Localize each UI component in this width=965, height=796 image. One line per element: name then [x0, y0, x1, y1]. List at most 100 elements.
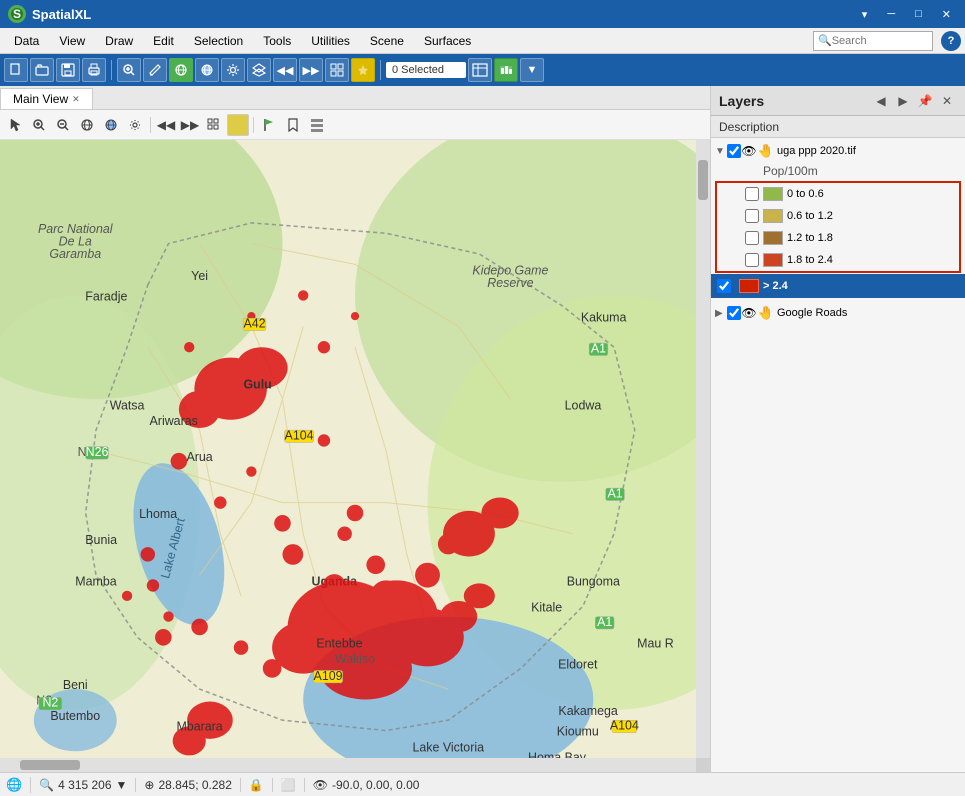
legend-label-3: 1.8 to 2.4 — [787, 254, 833, 266]
globe-btn[interactable] — [169, 58, 193, 82]
svg-text:N26: N26 — [86, 445, 109, 459]
fwd-btn[interactable]: ▶▶ — [299, 58, 323, 82]
main-toolbar: ◀◀ ▶▶ 0 Selected ▼ — [0, 54, 965, 86]
checkbox-google-roads[interactable] — [727, 306, 741, 320]
tab-close-icon[interactable]: ✕ — [72, 94, 80, 105]
map-globe-solid-btn[interactable] — [100, 114, 122, 136]
menu-utilities[interactable]: Utilities — [301, 31, 360, 51]
legend-check-1[interactable] — [745, 209, 759, 223]
map-bookmark-btn[interactable] — [282, 114, 304, 136]
map-color-btn[interactable] — [227, 114, 249, 136]
svg-text:Mbarara: Mbarara — [176, 720, 222, 734]
map-scrollbar-vertical[interactable] — [696, 140, 710, 758]
zoom-value: 4 315 206 — [58, 778, 111, 792]
layer-row-google-roads[interactable]: ▶ 👁 🤚 Google Roads — [711, 302, 965, 324]
layers-back-btn[interactable]: ◀ — [871, 91, 891, 111]
zoom-btn[interactable] — [117, 58, 141, 82]
layers-fwd-btn[interactable]: ▶ — [893, 91, 913, 111]
legend-label-1: 0.6 to 1.2 — [787, 210, 833, 222]
open-button[interactable] — [30, 58, 54, 82]
layers-close-btn[interactable]: ✕ — [937, 91, 957, 111]
map-view[interactable]: Uganda — [0, 140, 710, 772]
status-bar: 🌐 🔍 4 315 206 ▼ ⊕ 28.845; 0.282 🔒 ⬜ 👁 -9… — [0, 772, 965, 796]
map-globe-btn[interactable] — [76, 114, 98, 136]
layers-pin-btn[interactable]: 📌 — [915, 91, 935, 111]
maximize-button[interactable]: □ — [909, 6, 928, 23]
svg-text:Beni: Beni — [63, 678, 88, 692]
dropdown-btn[interactable]: ▼ — [520, 58, 544, 82]
overflow-button[interactable]: ▾ — [856, 6, 874, 23]
svg-text:Kakamega: Kakamega — [558, 704, 617, 718]
help-button[interactable]: ? — [941, 31, 961, 51]
legend-check-3[interactable] — [745, 253, 759, 267]
table-btn[interactable] — [468, 58, 492, 82]
legend-swatch-4 — [739, 279, 759, 293]
save-button[interactable] — [56, 58, 80, 82]
legend-item-1[interactable]: 0.6 to 1.2 — [717, 205, 959, 227]
menu-draw[interactable]: Draw — [95, 31, 143, 51]
map-settings-btn[interactable] — [124, 114, 146, 136]
scroll-thumb-horizontal[interactable] — [20, 760, 80, 770]
map-scrollbar-horizontal[interactable] — [0, 758, 696, 772]
legend-label-2: 1.2 to 1.8 — [787, 232, 833, 244]
legend-item-0[interactable]: 0 to 0.6 — [717, 183, 959, 205]
main-view-tab[interactable]: Main View ✕ — [0, 88, 93, 109]
eye-icon-uga-ppp[interactable]: 👁 — [741, 144, 757, 158]
print-button[interactable] — [82, 58, 106, 82]
menu-scene[interactable]: Scene — [360, 31, 414, 51]
menu-surfaces[interactable]: Surfaces — [414, 31, 481, 51]
map-zoom-out-btn[interactable] — [52, 114, 74, 136]
svg-text:N2: N2 — [42, 696, 58, 710]
back-btn[interactable]: ◀◀ — [273, 58, 297, 82]
color-btn[interactable] — [351, 58, 375, 82]
settings-btn[interactable] — [221, 58, 245, 82]
map-pointer-btn[interactable] — [4, 114, 26, 136]
close-button[interactable]: ✕ — [936, 6, 957, 23]
svg-text:Lodwa: Lodwa — [565, 398, 602, 412]
menu-data[interactable]: Data — [4, 31, 49, 51]
map-grid-btn[interactable] — [203, 114, 225, 136]
legend-check-0[interactable] — [745, 187, 759, 201]
map-canvas: Uganda — [0, 140, 710, 772]
minimize-button[interactable]: ─ — [881, 6, 901, 23]
checkbox-uga-ppp[interactable] — [727, 144, 741, 158]
status-frame: ⬜ — [281, 778, 305, 792]
layers-list: ▼ 👁 🤚 uga ppp 2020.tif Pop/100m 0 to 0.6 — [711, 138, 965, 772]
legend-check-4[interactable] — [717, 279, 731, 293]
edit-btn[interactable] — [143, 58, 167, 82]
map-fwd-btn[interactable]: ▶▶ — [179, 114, 201, 136]
zoom-dropdown[interactable]: ▼ — [116, 778, 128, 792]
search-input[interactable] — [832, 35, 922, 47]
svg-text:Garamba: Garamba — [49, 247, 101, 261]
eye-icon-google-roads[interactable]: 👁 — [741, 306, 757, 320]
legend-item-3[interactable]: 1.8 to 2.4 — [717, 249, 959, 271]
map-flag-btn[interactable] — [258, 114, 280, 136]
grid-btn[interactable] — [325, 58, 349, 82]
layers-description-header: Description — [711, 116, 965, 138]
map-zoom-in-btn[interactable] — [28, 114, 50, 136]
legend-label-4: > 2.4 — [763, 280, 788, 292]
scroll-thumb-vertical[interactable] — [698, 160, 708, 200]
globe2-btn[interactable] — [195, 58, 219, 82]
menu-selection[interactable]: Selection — [184, 31, 253, 51]
menu-tools[interactable]: Tools — [253, 31, 301, 51]
legend-check-2[interactable] — [745, 231, 759, 245]
expand-icon-uga-ppp[interactable]: ▼ — [715, 146, 727, 157]
legend-item-4[interactable]: > 2.4 — [711, 274, 965, 298]
menu-view[interactable]: View — [49, 31, 95, 51]
scroll-corner — [696, 758, 710, 772]
layer-row-uga-ppp[interactable]: ▼ 👁 🤚 uga ppp 2020.tif — [711, 140, 965, 162]
expand-icon-google-roads[interactable]: ▶ — [715, 308, 727, 319]
layers-btn[interactable] — [247, 58, 271, 82]
map-toolbar-sep-1 — [150, 117, 151, 133]
chart-btn[interactable] — [494, 58, 518, 82]
svg-text:Ariwaras: Ariwaras — [150, 414, 198, 428]
map-back-btn[interactable]: ◀◀ — [155, 114, 177, 136]
legend-item-2[interactable]: 1.2 to 1.8 — [717, 227, 959, 249]
map-extra-btn[interactable] — [306, 114, 328, 136]
coordinates-value: 28.845; 0.282 — [158, 778, 231, 792]
menu-edit[interactable]: Edit — [143, 31, 184, 51]
new-button[interactable] — [4, 58, 28, 82]
search-icon: 🔍 — [818, 34, 832, 47]
svg-text:A104: A104 — [285, 428, 314, 442]
